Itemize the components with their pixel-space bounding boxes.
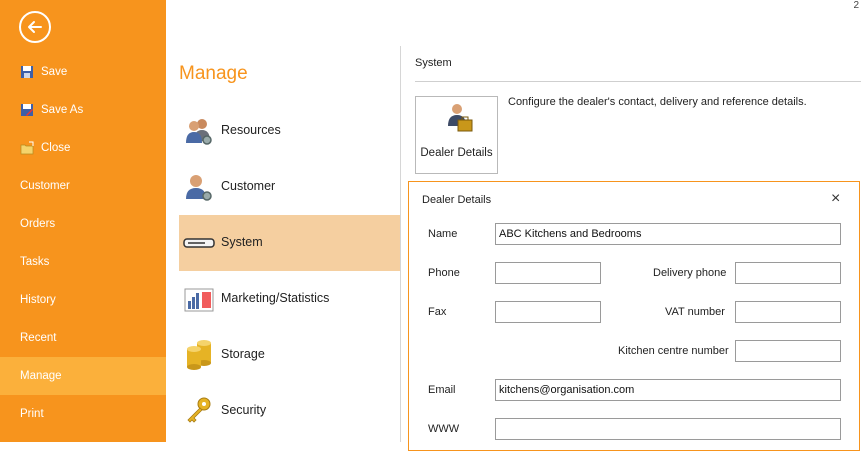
category-label: Resources [221,123,281,137]
sidebar-item-label: Save [41,66,68,78]
customer-gear-icon [186,175,212,201]
sidebar-item-recent[interactable]: Recent [0,319,166,357]
phone-field[interactable] [495,262,601,284]
save-icon [21,66,33,78]
fax-field[interactable] [495,301,601,323]
keys-icon [187,397,211,423]
category-label: Marketing/Statistics [221,291,330,305]
category-storage[interactable]: Storage [179,327,400,383]
vat-number-field[interactable] [735,301,841,323]
sidebar-item-label: Customer [20,180,70,192]
dealer-details-dialog: Dealer Details × Name Phone Delivery pho… [408,181,860,451]
category-label: System [221,235,263,249]
name-label: Name [428,228,458,240]
sidebar-item-close[interactable]: Close [0,129,166,167]
dealer-briefcase-icon [448,104,473,132]
sidebar-item-label: History [20,294,56,306]
close-icon[interactable]: × [831,190,840,208]
sidebar-item-manage[interactable]: Manage [0,357,166,395]
name-field[interactable] [495,223,841,245]
sidebar-item-orders[interactable]: Orders [0,205,166,243]
sidebar-item-label: Close [41,142,71,154]
users-gear-icon [186,119,212,145]
dealer-details-button[interactable]: Dealer Details [415,96,498,174]
fax-label: Fax [428,306,447,318]
section-description: Configure the dealer's contact, delivery… [508,96,807,108]
dealer-details-label: Dealer Details [420,147,493,159]
category-resources[interactable]: Resources [179,103,400,159]
www-field[interactable] [495,418,841,440]
category-customer[interactable]: Customer [179,159,400,215]
sidebar-item-customer[interactable]: Customer [0,167,166,205]
category-label: Storage [221,347,265,361]
category-security[interactable]: Security [179,383,400,439]
sidebar-item-label: Orders [20,218,56,230]
phone-label: Phone [428,267,460,279]
page-title: Manage [179,63,248,84]
sidebar-item-print[interactable]: Print [0,395,166,433]
storage-cylinders-icon [187,340,211,370]
sidebar-item-history[interactable]: History [0,281,166,319]
dialog-title: Dealer Details [422,194,492,206]
sidebar-item-save[interactable]: Save [0,53,166,91]
category-system[interactable]: System [179,215,400,271]
section-title: System [415,57,452,69]
category-marketing-statistics[interactable]: Marketing/Statistics [179,271,400,327]
email-field[interactable] [495,379,841,401]
sidebar-item-label: Save As [41,104,84,116]
backstage-sidebar: Save Save As Close Customer Orders Tasks… [0,0,166,442]
sidebar-item-tasks[interactable]: Tasks [0,243,166,281]
sidebar-item-label: Manage [20,370,62,382]
delivery-phone-field[interactable] [735,262,841,284]
close-folder-icon [20,141,34,155]
delivery-phone-label: Delivery phone [653,267,727,279]
panel-divider [400,46,401,442]
kitchen-centre-number-label: Kitchen centre number [618,345,729,357]
statistics-chart-icon [184,288,214,312]
kitchen-centre-number-field[interactable] [735,340,841,362]
sidebar-item-label: Recent [20,332,57,344]
save-as-icon [21,104,33,116]
sidebar-item-label: Print [20,408,44,420]
www-label: WWW [428,423,460,435]
back-button[interactable] [19,11,51,43]
vat-number-label: VAT number [665,306,725,318]
category-label: Customer [221,179,276,193]
manage-categories-panel: Manage Resources Customer System Marketi… [166,0,401,442]
sidebar-item-save-as[interactable]: Save As [0,91,166,129]
page-number-indicator: 2 [853,0,859,11]
sidebar-item-label: Tasks [20,256,50,268]
section-divider [415,81,861,82]
category-label: Security [221,403,267,417]
system-device-icon [183,238,215,248]
back-arrow-icon [28,21,42,33]
email-label: Email [428,384,456,396]
